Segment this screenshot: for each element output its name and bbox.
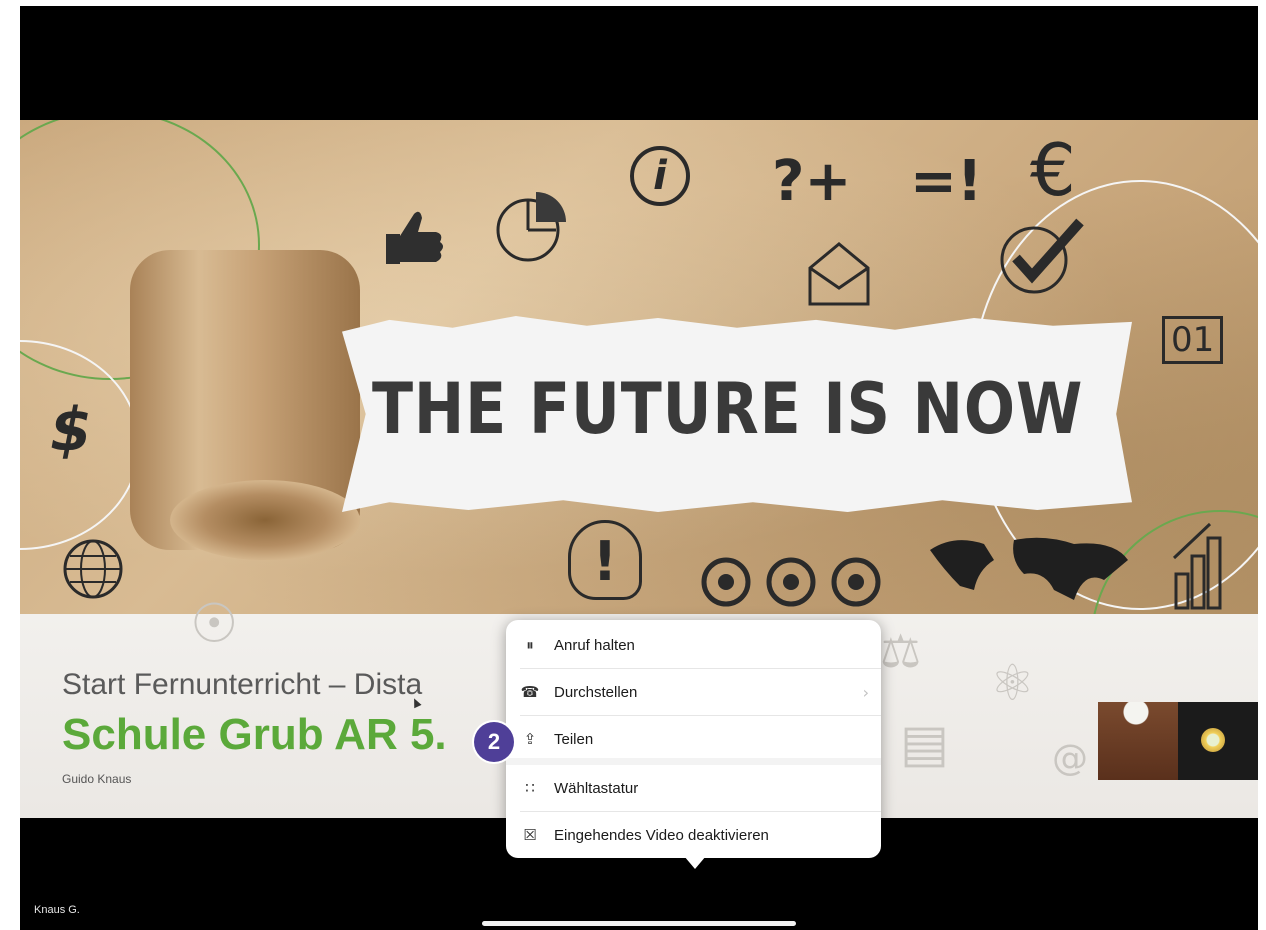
video-feed <box>1098 702 1178 780</box>
menu-item-label: Anruf halten <box>554 636 635 654</box>
formula-doodle: =! <box>910 149 983 214</box>
chevron-right-icon: › <box>862 682 869 702</box>
scale-faint-icon: ⚖ <box>880 624 922 678</box>
popover-arrow <box>684 856 706 869</box>
bar-chart-icon <box>1172 522 1222 610</box>
paper-roll-end <box>170 480 360 560</box>
info-icon: i <box>630 146 690 206</box>
slide-banner-image: THE FUTURE IS NOW ?+ =! € $ 01 i ! <box>20 120 1258 620</box>
menu-item-label: Wähltastatur <box>554 779 639 797</box>
pause-icon: ⏸ <box>526 636 534 654</box>
formula-doodle: ?+ <box>772 149 852 214</box>
menu-item-disable-incoming-video[interactable]: ☒ Eingehendes Video deaktivieren <box>506 812 881 858</box>
euro-icon: € <box>1030 128 1076 212</box>
avatar <box>1201 728 1225 752</box>
caller-name-label: Knaus G. <box>34 904 80 916</box>
world-map-icon <box>930 537 1128 600</box>
checkmark-circle-icon <box>1000 218 1084 294</box>
home-indicator[interactable] <box>482 921 796 926</box>
step-number-badge: 2 <box>474 722 514 762</box>
video-off-icon: ☒ <box>523 826 537 844</box>
transfer-call-icon: ☎ <box>520 683 540 701</box>
menu-item-share[interactable]: ⇪ Teilen <box>506 716 881 762</box>
globe-icon <box>63 539 123 599</box>
menu-item-label: Teilen <box>554 730 594 748</box>
target-icons <box>701 557 881 607</box>
dollar-icon: $ <box>50 395 92 465</box>
pie-chart-icon <box>496 192 566 262</box>
envelope-icon <box>808 242 870 306</box>
menu-item-keypad[interactable]: ∷ Wähltastatur <box>506 765 881 811</box>
menu-item-hold-call[interactable]: ⏸ Anruf halten <box>506 622 881 668</box>
menu-group-divider <box>506 758 881 765</box>
exclamation-head-icon: ! <box>568 520 642 600</box>
slide-author: Guido Knaus <box>62 772 132 786</box>
call-options-menu: ⏸ Anruf halten ☎ Durchstellen › ⇪ Teilen… <box>506 620 881 858</box>
atom-faint-icon: ⚛ <box>990 654 1035 712</box>
menu-item-label: Eingehendes Video deaktivieren <box>554 826 769 844</box>
thumbs-up-icon <box>386 211 443 264</box>
menu-item-label: Durchstellen <box>554 683 638 701</box>
calendar-icon: 01 <box>1162 316 1224 364</box>
slide-subtitle: Start Fernunterricht – Dista <box>62 668 423 701</box>
chart-faint-icon: ▤ <box>900 714 950 774</box>
keypad-icon: ∷ <box>525 779 535 797</box>
slide-title: Schule Grub AR 5. <box>62 710 447 759</box>
self-video-tile[interactable] <box>1098 702 1258 780</box>
email-faint-icon: @ <box>1052 738 1088 779</box>
slide-headline: THE FUTURE IS NOW <box>372 368 1084 450</box>
menu-item-transfer[interactable]: ☎ Durchstellen › <box>506 669 881 715</box>
lightbulb-faint-icon: ☉ <box>190 592 239 655</box>
